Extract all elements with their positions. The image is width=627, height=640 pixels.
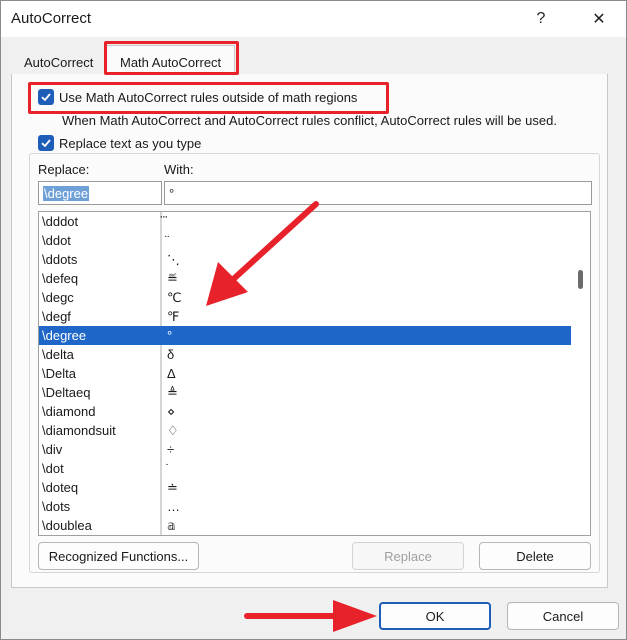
list-row[interactable]: \doteq ≐ xyxy=(39,478,571,497)
list-scrollbar[interactable] xyxy=(570,212,590,535)
replacement-list[interactable]: \dddot⃛\ddoẗ\ddots⋱\defeq≝\degc℃\degf℉\… xyxy=(38,211,591,536)
with-input[interactable]: ° xyxy=(164,181,592,205)
list-row[interactable]: \dots … xyxy=(39,497,571,516)
list-row[interactable]: \ddoẗ xyxy=(39,231,571,250)
conflict-note: When Math AutoCorrect and AutoCorrect ru… xyxy=(62,113,557,128)
list-row-with: ≜ xyxy=(167,384,178,400)
list-row-replace: \div xyxy=(39,440,161,459)
list-row[interactable]: \Delta Δ xyxy=(39,364,571,383)
list-row-with: Δ xyxy=(167,366,176,381)
list-row-with: ⃛ xyxy=(161,212,167,231)
check-icon xyxy=(41,139,51,148)
list-row-replace: \Deltaeq xyxy=(39,383,161,402)
autocorrect-dialog: AutoCorrect ? ✕ AutoCorrect Math AutoCor… xyxy=(0,0,627,640)
list-row-replace: \doublea xyxy=(39,516,161,535)
list-row-replace: \ddot xyxy=(39,231,161,250)
use-outside-math-label: Use Math AutoCorrect rules outside of ma… xyxy=(59,90,358,105)
list-row[interactable]: \delta δ xyxy=(39,345,571,364)
replace-as-you-type-checkbox[interactable] xyxy=(38,135,54,151)
list-row[interactable]: \defeq ≝ xyxy=(39,269,571,288)
list-row-with: ° xyxy=(167,328,173,343)
list-row-with: … xyxy=(167,499,180,514)
replace-field-label: Replace: xyxy=(38,162,90,177)
list-row-with: ̈ xyxy=(161,231,167,250)
recognized-functions-button[interactable]: Recognized Functions... xyxy=(38,542,199,570)
check-icon xyxy=(41,93,51,102)
list-row-replace: \ddots xyxy=(39,250,161,269)
window-title: AutoCorrect xyxy=(11,10,92,27)
replace-input-value: \degree xyxy=(43,185,90,201)
list-row-with: ℃ xyxy=(167,289,182,305)
list-row-with: ≝ xyxy=(167,270,178,286)
list-row[interactable]: \degc ℃ xyxy=(39,288,571,307)
list-row[interactable]: \diamond ⋄ xyxy=(39,402,571,421)
list-row[interactable]: \div ÷ xyxy=(39,440,571,459)
list-row[interactable]: \ddots ⋱ xyxy=(39,250,571,269)
list-row[interactable]: \degf ℉ xyxy=(39,307,571,326)
list-row-with: ℉ xyxy=(167,308,180,324)
ok-button[interactable]: OK xyxy=(379,602,491,630)
help-button[interactable]: ? xyxy=(518,1,564,37)
list-row-replace: \degf xyxy=(39,307,161,326)
replace-input[interactable]: \degree xyxy=(38,181,162,205)
delete-button[interactable]: Delete xyxy=(479,542,591,570)
with-field-label: With: xyxy=(164,162,194,177)
list-row-with: ÷ xyxy=(167,442,175,457)
replace-button[interactable]: Replace xyxy=(352,542,464,570)
list-row-with: ̇ xyxy=(161,459,167,478)
scroll-thumb[interactable] xyxy=(578,270,583,289)
list-row[interactable]: \doṫ xyxy=(39,459,571,478)
list-row-replace: \degree xyxy=(39,326,161,345)
list-row-replace: \doteq xyxy=(39,478,161,497)
title-bar: AutoCorrect ? ✕ xyxy=(1,1,626,37)
list-row-replace: \defeq xyxy=(39,269,161,288)
list-row-with: δ xyxy=(167,347,175,362)
use-outside-math-checkbox[interactable] xyxy=(38,89,54,105)
tab-math-autocorrect[interactable]: Math AutoCorrect xyxy=(120,55,221,70)
close-button[interactable]: ✕ xyxy=(576,1,622,37)
list-row-with: ≐ xyxy=(167,479,178,495)
list-row[interactable]: \degree ° xyxy=(39,326,571,345)
list-row-replace: \delta xyxy=(39,345,161,364)
list-row[interactable]: \Deltaeq ≜ xyxy=(39,383,571,402)
list-row-replace: \Delta xyxy=(39,364,161,383)
with-input-value: ° xyxy=(169,185,175,201)
list-row-replace: \dots xyxy=(39,497,161,516)
list-row-replace: \dddot xyxy=(39,212,161,231)
list-row[interactable]: \doublea 𝕒 xyxy=(39,516,571,535)
tab-autocorrect[interactable]: AutoCorrect xyxy=(24,55,93,70)
list-row-replace: \diamondsuit xyxy=(39,421,161,440)
list-row[interactable]: \dddot⃛ xyxy=(39,212,571,231)
list-row-with: 𝕒 xyxy=(167,517,176,533)
list-row-with: ⋄ xyxy=(167,403,176,419)
list-row-replace: \dot xyxy=(39,459,161,478)
annotation-arrow-to-ok xyxy=(244,600,377,632)
list-row-replace: \diamond xyxy=(39,402,161,421)
list-row[interactable]: \diamondsuit ♢ xyxy=(39,421,571,440)
list-row-replace: \degc xyxy=(39,288,161,307)
list-row-with: ⋱ xyxy=(167,251,180,267)
list-row-with: ♢ xyxy=(167,422,179,438)
cancel-button[interactable]: Cancel xyxy=(507,602,619,630)
replace-as-you-type-label: Replace text as you type xyxy=(59,136,205,151)
